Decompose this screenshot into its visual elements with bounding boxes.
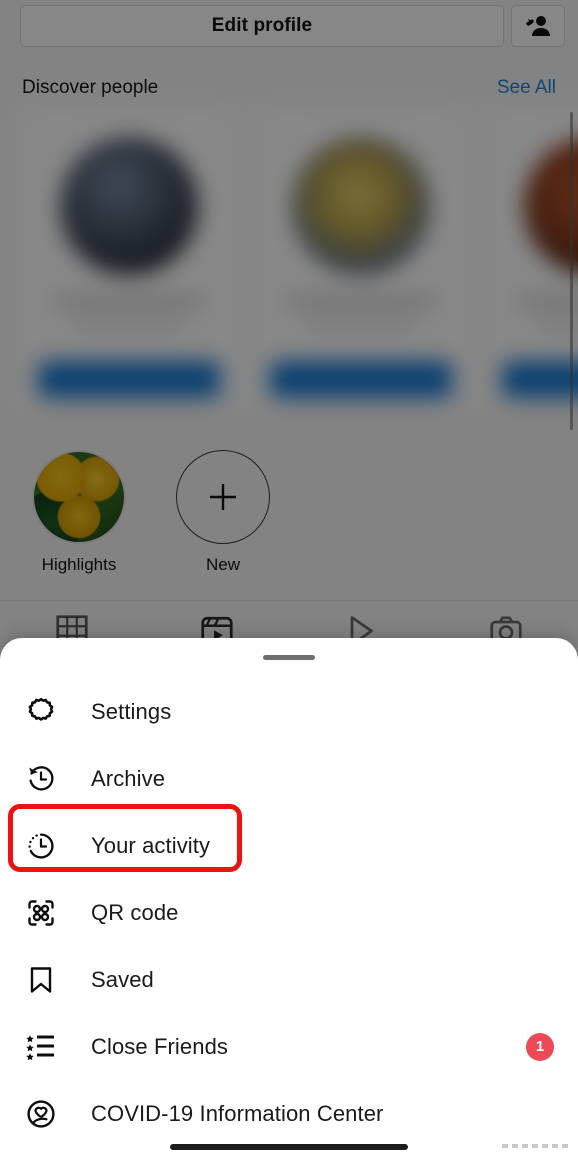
phone-screen: Edit profile Discover people See All Hig… (0, 0, 578, 1162)
menu-item-label: Close Friends (91, 1033, 229, 1059)
activity-clock-icon (24, 829, 58, 863)
gear-icon (24, 695, 58, 729)
close-friends-list-icon (24, 1030, 58, 1064)
bookmark-icon (24, 963, 58, 997)
menu-item-settings[interactable]: Settings (0, 678, 578, 745)
menu-item-covid-info[interactable]: COVID-19 Information Center (0, 1080, 578, 1147)
home-indicator[interactable] (170, 1144, 408, 1150)
menu-item-close-friends[interactable]: Close Friends 1 (0, 1013, 578, 1080)
menu-item-label: COVID-19 Information Center (91, 1100, 384, 1126)
menu-item-label: QR code (91, 899, 179, 925)
menu-item-label: Settings (91, 698, 172, 724)
menu-item-saved[interactable]: Saved (0, 946, 578, 1013)
archive-clock-icon (24, 762, 58, 796)
status-badge: 1 (526, 1032, 554, 1061)
sheet-drag-handle[interactable] (263, 655, 315, 660)
qr-code-icon (24, 896, 58, 930)
menu-item-label: Your activity (91, 832, 211, 858)
options-menu: Settings Archive Your activity QR code S… (0, 678, 578, 1147)
menu-item-your-activity[interactable]: Your activity (0, 812, 578, 879)
bottom-hint-dashes (502, 1144, 568, 1148)
menu-item-archive[interactable]: Archive (0, 745, 578, 812)
options-bottom-sheet: Settings Archive Your activity QR code S… (0, 638, 578, 1162)
menu-item-label: Saved (91, 966, 154, 992)
covid-heart-icon (24, 1097, 58, 1131)
menu-item-qr-code[interactable]: QR code (0, 879, 578, 946)
menu-item-label: Archive (91, 765, 166, 791)
